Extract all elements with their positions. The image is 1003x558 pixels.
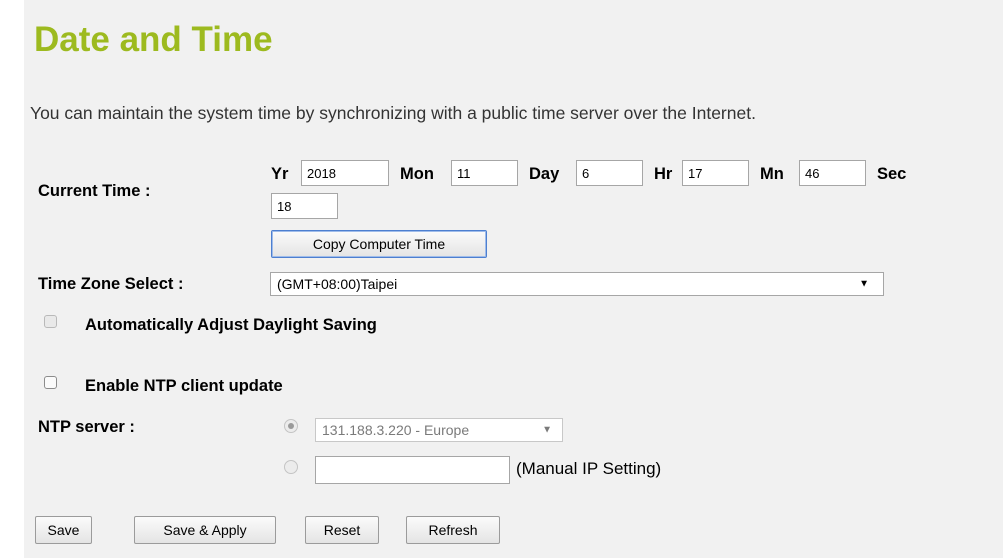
daylight-saving-label: Automatically Adjust Daylight Saving	[85, 316, 377, 334]
ntp-server-select[interactable]: 131.188.3.220 - Europe ▼	[315, 418, 563, 442]
ntp-enable-label: Enable NTP client update	[85, 377, 283, 395]
ntp-server-manual-radio[interactable]	[284, 460, 298, 474]
manual-ip-label: (Manual IP Setting)	[516, 459, 662, 478]
ntp-server-preset-radio[interactable]	[284, 419, 298, 433]
page-title: Date and Time	[34, 20, 273, 59]
time-zone-selected-value: (GMT+08:00)Taipei	[277, 276, 398, 292]
ntp-enable-checkbox[interactable]	[44, 376, 57, 389]
copy-computer-time-button[interactable]: Copy Computer Time	[271, 230, 487, 258]
reset-button[interactable]: Reset	[305, 516, 379, 544]
month-label: Mon	[400, 165, 434, 183]
time-zone-label: Time Zone Select :	[38, 275, 184, 293]
save-button[interactable]: Save	[35, 516, 92, 544]
save-and-apply-button[interactable]: Save & Apply	[134, 516, 276, 544]
minute-label: Mn	[760, 165, 784, 183]
ntp-server-selected-value: 131.188.3.220 - Europe	[322, 422, 470, 438]
caret-down-icon: ▼	[859, 278, 869, 290]
year-input[interactable]	[301, 160, 389, 186]
ntp-server-label: NTP server :	[38, 418, 135, 436]
month-input[interactable]	[451, 160, 518, 186]
hour-label: Hr	[654, 165, 673, 183]
manual-ip-input[interactable]	[315, 456, 510, 484]
refresh-button[interactable]: Refresh	[406, 516, 500, 544]
hour-input[interactable]	[682, 160, 749, 186]
daylight-saving-checkbox[interactable]	[44, 315, 57, 328]
caret-down-icon: ▼	[542, 424, 552, 436]
page-description: You can maintain the system time by sync…	[30, 103, 756, 123]
current-time-label: Current Time :	[38, 182, 151, 200]
minute-input[interactable]	[799, 160, 866, 186]
year-label: Yr	[271, 165, 289, 183]
second-label: Sec	[877, 165, 907, 183]
day-input[interactable]	[576, 160, 643, 186]
second-input[interactable]	[271, 193, 338, 219]
time-zone-select[interactable]: (GMT+08:00)Taipei ▼	[270, 272, 884, 296]
day-label: Day	[529, 165, 560, 183]
